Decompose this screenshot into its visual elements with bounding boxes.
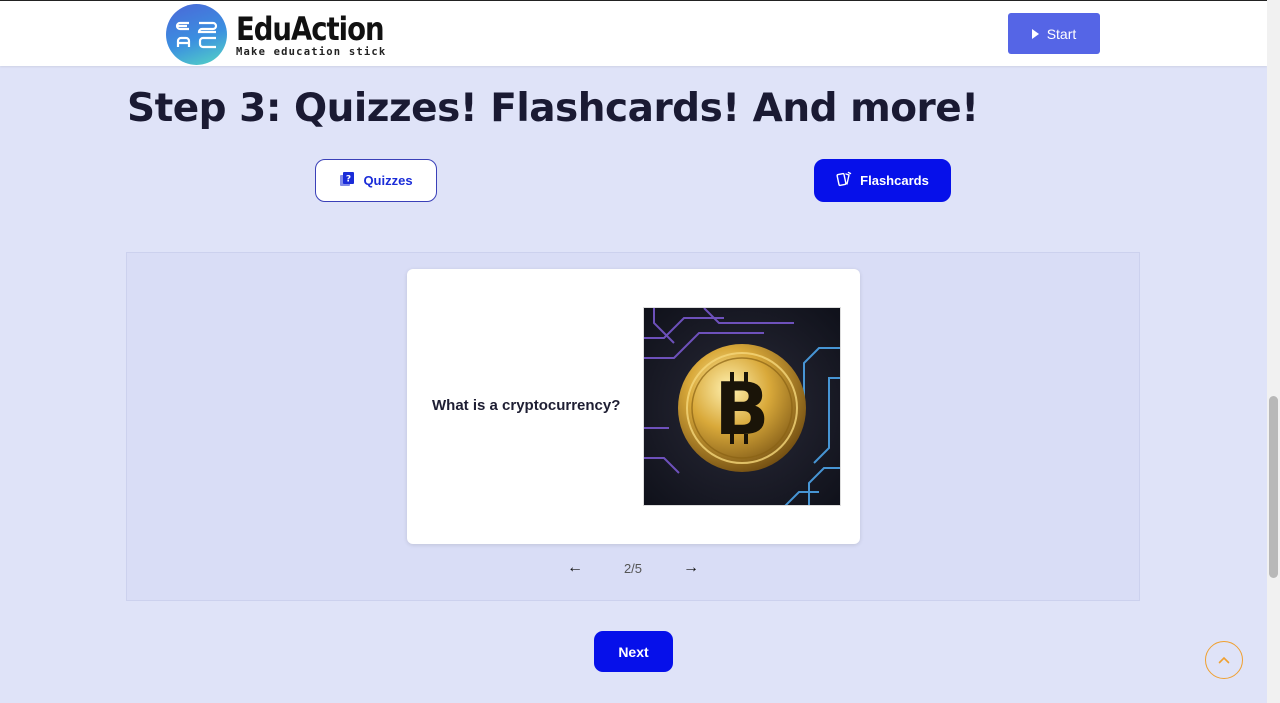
scroll-to-top-button[interactable] (1205, 641, 1243, 679)
next-button[interactable]: Next (594, 631, 673, 672)
flashcard[interactable]: What is a cryptocurrency? B (407, 269, 860, 544)
brand-logo[interactable]: EduAction Make education stick (166, 4, 408, 65)
previous-arrow-icon[interactable]: ← (560, 559, 590, 577)
start-button[interactable]: Start (1008, 13, 1100, 54)
start-button-label: Start (1046, 25, 1077, 42)
logo-text: EduAction Make education stick (236, 12, 408, 58)
brand-name: EduAction (236, 9, 385, 48)
site-header: EduAction Make education stick Start (0, 0, 1267, 66)
tab-quizzes[interactable]: ? Quizzes (315, 159, 437, 202)
logo-badge-icon (166, 4, 227, 65)
play-icon (1031, 28, 1039, 39)
flashcards-icon (836, 171, 852, 190)
next-arrow-icon[interactable]: → (676, 559, 706, 577)
page-scrollbar[interactable] (1267, 0, 1280, 703)
scrollbar-thumb[interactable] (1269, 396, 1278, 578)
svg-text:B: B (715, 367, 770, 451)
flashcard-pager: ← 2/5 → (560, 558, 706, 578)
tab-quizzes-label: Quizzes (363, 173, 413, 188)
quiz-icon: ? (339, 171, 355, 190)
page-counter: 2/5 (623, 560, 643, 576)
section-title: Step 3: Quizzes! Flashcards! And more! (127, 86, 979, 131)
svg-text:?: ? (346, 175, 351, 185)
bitcoin-coin-image: B (643, 307, 841, 506)
tab-flashcards-label: Flashcards (860, 173, 929, 188)
flashcard-question: What is a cryptocurrency? (432, 397, 621, 414)
chevron-up-icon (1218, 651, 1230, 669)
tab-flashcards[interactable]: Flashcards (814, 159, 951, 202)
